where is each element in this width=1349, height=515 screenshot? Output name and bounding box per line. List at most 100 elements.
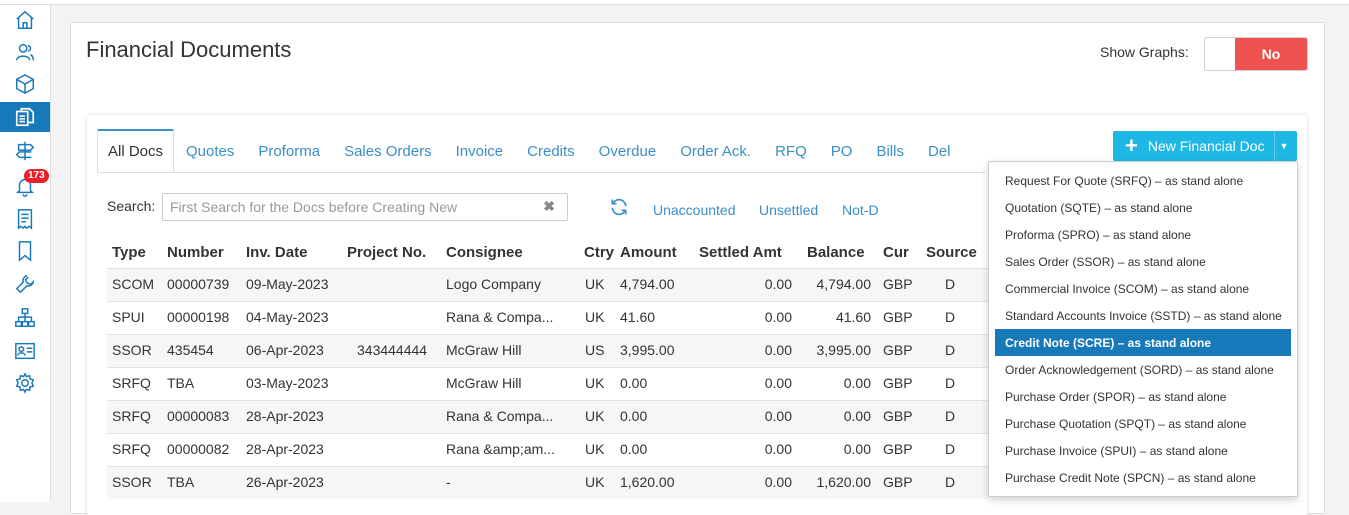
tab-bills[interactable]: Bills — [864, 129, 916, 173]
dropdown-item[interactable]: Quotation (SQTE) – as stand alone — [995, 194, 1291, 221]
cell-project-no: 343444444 — [357, 342, 428, 358]
home-icon[interactable] — [0, 5, 50, 35]
bell-icon[interactable]: 173 — [0, 169, 50, 201]
tab-proforma[interactable]: Proforma — [246, 129, 332, 173]
cell-inv-date: 28-Apr-2023 — [246, 441, 324, 457]
cell-type: SRFQ — [112, 441, 151, 457]
dropdown-item[interactable]: Commercial Invoice (SCOM) – as stand alo… — [995, 275, 1291, 302]
cell-number: 00000739 — [167, 276, 230, 292]
column-header-inv-date[interactable]: Inv. Date — [246, 244, 307, 261]
receipt-icon[interactable] — [0, 204, 50, 234]
tab-del[interactable]: Del — [916, 129, 963, 173]
gear-icon[interactable] — [0, 368, 50, 398]
column-header-amount[interactable]: Amount — [620, 244, 677, 261]
tab-all-docs[interactable]: All Docs — [97, 129, 175, 173]
column-header-project-no[interactable]: Project No. — [347, 244, 426, 261]
caret-down-icon[interactable]: ▼ — [1274, 131, 1293, 161]
documents-icon[interactable] — [0, 102, 50, 132]
cell-settled-amt: 0.00 — [764, 375, 792, 391]
toggle-state: No — [1235, 38, 1307, 70]
cell-consignee: McGraw Hill — [446, 342, 522, 358]
column-header-cur[interactable]: Cur — [883, 244, 909, 261]
filter-unaccounted[interactable]: Unaccounted — [653, 202, 736, 218]
cell-source: D — [945, 441, 956, 457]
cell-number: TBA — [167, 375, 195, 391]
dropdown-item[interactable]: Order Acknowledgement (SORD) – as stand … — [995, 356, 1291, 383]
tab-invoice[interactable]: Invoice — [444, 129, 516, 173]
cell-settled-amt: 0.00 — [764, 342, 792, 358]
cell-ctry: UK — [585, 276, 605, 292]
cell-type: SCOM — [112, 276, 154, 292]
sitemap-icon[interactable] — [0, 303, 50, 333]
tab-credits[interactable]: Credits — [515, 129, 587, 173]
cell-balance: 41.60 — [835, 309, 871, 325]
dropdown-item[interactable]: Proforma (SPRO) – as stand alone — [995, 221, 1291, 248]
dropdown-item[interactable]: Purchase Invoice (SPUI) – as stand alone — [995, 437, 1291, 464]
dropdown-item[interactable]: Request For Quote (SRFQ) – as stand alon… — [995, 167, 1291, 194]
cell-ctry: UK — [585, 408, 605, 424]
cell-amount: 3,995.00 — [620, 342, 675, 358]
tab-sales-orders[interactable]: Sales Orders — [332, 129, 444, 173]
doc-tabs: All Docs Quotes Proforma Sales Orders In… — [97, 129, 962, 173]
dropdown-item[interactable]: Credit Note (SCRE) – as stand alone — [995, 329, 1291, 356]
clear-search-icon[interactable]: ✖ — [543, 198, 555, 215]
cell-ctry: US — [585, 342, 605, 358]
show-graphs-label: Show Graphs: — [1100, 44, 1189, 60]
new-financial-doc-button[interactable]: + New Financial Doc ▼ — [1113, 131, 1297, 161]
tab-quotes[interactable]: Quotes — [174, 129, 246, 173]
cell-type: SRFQ — [112, 408, 151, 424]
cell-amount: 0.00 — [620, 408, 648, 424]
filter-not-d[interactable]: Not-D — [842, 202, 879, 218]
sidebar: 173 — [0, 5, 51, 502]
cell-consignee: Rana & Compa... — [446, 309, 554, 325]
tab-order-ack[interactable]: Order Ack. — [668, 129, 763, 173]
cell-type: SRFQ — [112, 375, 151, 391]
bookmark-icon[interactable] — [0, 236, 50, 266]
search-field: ✖ — [162, 193, 568, 221]
cell-inv-date: 03-May-2023 — [246, 375, 329, 391]
column-header-balance[interactable]: Balance — [807, 244, 865, 261]
cell-inv-date: 04-May-2023 — [246, 309, 329, 325]
column-header-consignee[interactable]: Consignee — [446, 244, 523, 261]
column-header-number[interactable]: Number — [167, 244, 224, 261]
tab-overdue[interactable]: Overdue — [587, 129, 669, 173]
cell-number: 435454 — [167, 342, 214, 358]
tab-po[interactable]: PO — [819, 129, 865, 173]
box-icon[interactable] — [0, 69, 50, 99]
cell-amount: 4,794.00 — [620, 276, 675, 292]
column-header-source[interactable]: Source — [926, 244, 977, 261]
cell-inv-date: 28-Apr-2023 — [246, 408, 324, 424]
cell-ctry: UK — [585, 441, 605, 457]
cell-cur: GBP — [883, 276, 913, 292]
dropdown-item[interactable]: Purchase Quotation (SPQT) – as stand alo… — [995, 410, 1291, 437]
id-card-icon[interactable] — [0, 336, 50, 366]
new-doc-dropdown-menu: Request For Quote (SRFQ) – as stand alon… — [988, 161, 1298, 497]
column-header-type[interactable]: Type — [112, 244, 146, 261]
refresh-icon[interactable] — [609, 197, 629, 217]
column-header-settled-amt[interactable]: Settled Amt — [699, 244, 782, 261]
cell-consignee: McGraw Hill — [446, 375, 522, 391]
signpost-icon[interactable] — [0, 136, 50, 166]
cell-ctry: UK — [585, 375, 605, 391]
cell-source: D — [945, 375, 956, 391]
column-header-ctry[interactable]: Ctry — [584, 244, 614, 261]
cell-amount: 41.60 — [620, 309, 656, 325]
filter-unsettled[interactable]: Unsettled — [759, 202, 818, 218]
cell-ctry: UK — [585, 474, 605, 490]
cell-settled-amt: 0.00 — [764, 276, 792, 292]
search-input[interactable] — [163, 194, 547, 220]
show-graphs-toggle[interactable]: No — [1204, 37, 1308, 71]
dropdown-item[interactable]: Purchase Order (SPOR) – as stand alone — [995, 383, 1291, 410]
tab-rfq[interactable]: RFQ — [763, 129, 819, 173]
cell-settled-amt: 0.00 — [764, 441, 792, 457]
contacts-icon[interactable] — [0, 37, 50, 67]
cell-consignee: Rana & Compa... — [446, 408, 554, 424]
wrench-icon[interactable] — [0, 269, 50, 299]
cell-source: D — [945, 342, 956, 358]
dropdown-item[interactable]: Standard Accounts Invoice (SSTD) – as st… — [995, 302, 1291, 329]
cell-settled-amt: 0.00 — [764, 309, 792, 325]
cell-cur: GBP — [883, 408, 913, 424]
dropdown-item[interactable]: Purchase Credit Note (SPCN) – as stand a… — [995, 464, 1291, 491]
cell-balance: 4,794.00 — [816, 276, 872, 292]
dropdown-item[interactable]: Sales Order (SSOR) – as stand alone — [995, 248, 1291, 275]
